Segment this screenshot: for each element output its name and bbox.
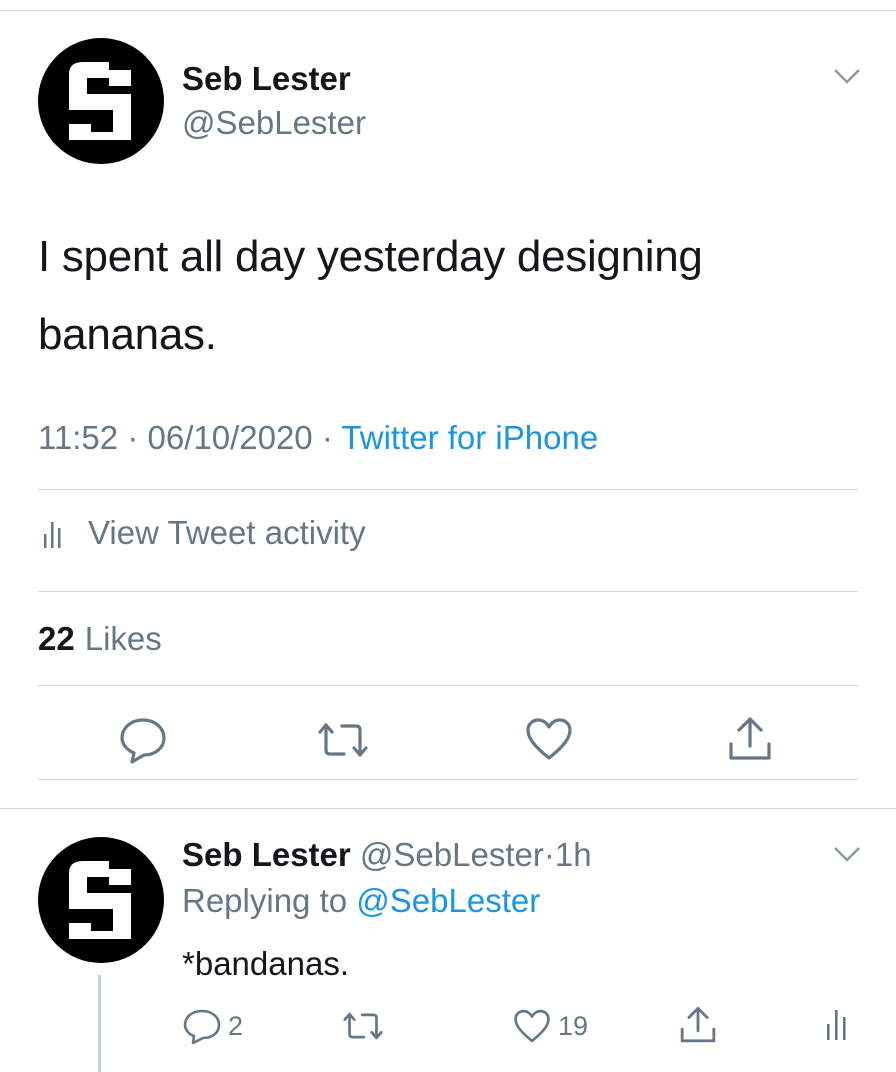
tweet-source-link[interactable]: Twitter for iPhone <box>341 419 598 456</box>
tweet-time: 11:52 <box>38 419 119 456</box>
divider <box>38 685 858 686</box>
meta-separator: · <box>127 419 139 456</box>
analytics-icon[interactable] <box>822 1006 852 1042</box>
s-logo-icon <box>69 62 131 140</box>
reply-likes-count: 19 <box>558 1010 589 1041</box>
reply-text: *bandanas. <box>182 945 349 982</box>
chevron-down-icon[interactable] <box>832 844 862 864</box>
reply-like-button[interactable]: 19 <box>512 1008 588 1044</box>
reply-author-display-name[interactable]: Seb Lester <box>182 836 351 873</box>
tweet-text: I spent all day yesterday designing bana… <box>38 232 703 359</box>
comment-icon[interactable] <box>118 716 168 764</box>
likes-count-link[interactable]: 22 Likes <box>38 620 162 658</box>
divider <box>38 591 858 592</box>
likes-label: Likes <box>84 620 162 657</box>
retweet-icon[interactable] <box>340 1010 386 1042</box>
chevron-down-icon[interactable] <box>832 66 862 86</box>
reply-author-handle[interactable]: @SebLester <box>360 836 544 873</box>
section-separator <box>0 808 896 809</box>
heart-icon[interactable] <box>524 716 574 762</box>
author-avatar[interactable] <box>38 38 164 164</box>
tweet-meta: 11:52 · 06/10/2020 · Twitter for iPhone <box>38 419 598 457</box>
reply-header: Seb Lester @SebLester·1h <box>182 836 592 874</box>
divider <box>38 489 858 490</box>
author-handle[interactable]: @SebLester <box>182 104 366 142</box>
likes-count: 22 <box>38 620 75 657</box>
share-icon[interactable] <box>726 714 774 764</box>
meta-separator: · <box>321 419 333 456</box>
tweet-detail-page: Seb Lester @SebLester I spent all day ye… <box>0 0 896 1072</box>
divider <box>38 779 858 780</box>
view-tweet-activity-button[interactable]: View Tweet activity <box>38 514 366 552</box>
reply-replies-count: 2 <box>228 1010 244 1041</box>
reply-reply-button[interactable]: 2 <box>182 1008 243 1044</box>
s-logo-icon <box>69 861 131 939</box>
replying-to: Replying to @SebLester <box>182 882 540 920</box>
share-icon[interactable] <box>678 1004 718 1046</box>
comment-icon <box>183 1009 221 1044</box>
top-divider <box>0 10 896 11</box>
heart-icon <box>514 1009 550 1043</box>
replying-to-mention-link[interactable]: @SebLester <box>356 882 540 919</box>
replying-to-label: Replying to <box>182 882 348 919</box>
retweet-icon[interactable] <box>314 720 372 760</box>
reply-author-avatar[interactable] <box>38 837 164 963</box>
analytics-icon <box>44 522 61 548</box>
tweet-date: 06/10/2020 <box>147 419 313 456</box>
thread-line <box>98 975 101 1072</box>
reply-separator: · <box>543 836 555 873</box>
author-display-name[interactable]: Seb Lester <box>182 60 351 98</box>
reply-time: 1h <box>554 836 592 873</box>
view-tweet-activity-label: View Tweet activity <box>88 514 366 551</box>
